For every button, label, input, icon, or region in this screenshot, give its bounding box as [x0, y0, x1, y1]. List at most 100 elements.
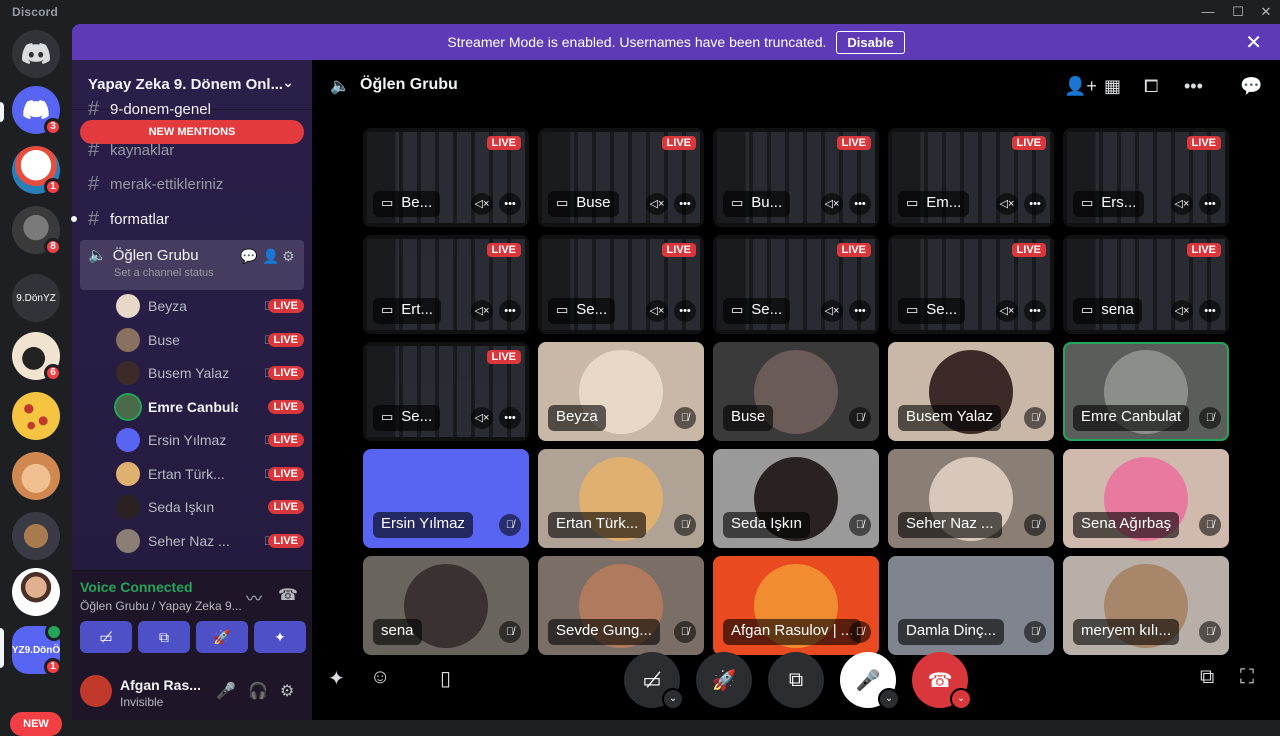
volume-muted-icon[interactable]: ◁× [821, 193, 843, 215]
screen-share-tile[interactable]: LIVE ▭ Se... ◁× ••• [538, 235, 704, 334]
more-options-icon[interactable]: ••• [1199, 193, 1221, 215]
channel-item[interactable]: # formatlar [71, 203, 304, 235]
volume-muted-icon[interactable]: ◁× [471, 193, 493, 215]
volume-muted-icon[interactable]: ◁× [471, 300, 493, 322]
more-options-icon[interactable]: ••• [1184, 76, 1203, 97]
screen-share-tile[interactable]: LIVE ▭ Bu... ◁× ••• [713, 128, 879, 227]
emoji-icon[interactable]: ☺ [370, 666, 390, 689]
participant-tile[interactable]: meryem kılı... 🎙̸ [1063, 556, 1229, 655]
voice-user[interactable]: Ersin Yılmaz 🎙̸ LIVE [116, 425, 304, 455]
voice-connected-label[interactable]: Voice Connected [80, 579, 193, 595]
noise-suppression-icon[interactable]: 〰 [246, 585, 262, 609]
volume-muted-icon[interactable]: ◁× [996, 193, 1018, 215]
volume-muted-icon[interactable]: ◁× [1171, 193, 1193, 215]
screen-share-tile[interactable]: LIVE ▭ Em... ◁× ••• [888, 128, 1054, 227]
chevron-down-icon[interactable]: ⌄ [950, 688, 972, 710]
minimize-icon[interactable]: — [1196, 2, 1220, 22]
server-icon[interactable] [12, 568, 60, 616]
user-name[interactable]: Afgan Ras... [120, 677, 201, 693]
fullscreen-icon[interactable]: ⛶ [1240, 666, 1254, 689]
more-options-icon[interactable]: ••• [849, 193, 871, 215]
popout-icon[interactable]: ⧉ [1200, 666, 1214, 689]
screen-share-tile[interactable]: LIVE ▭ Be... ◁× ••• [363, 128, 529, 227]
chat-icon[interactable]: 💬 [1240, 76, 1262, 97]
participant-tile[interactable]: Ersin Yılmaz 🎙̸ [363, 449, 529, 548]
more-options-icon[interactable]: ••• [1199, 300, 1221, 322]
participant-tile[interactable]: sena 🎙̸ [363, 556, 529, 655]
close-icon[interactable]: ✕ [1245, 30, 1262, 55]
server-icon[interactable]: 6 [12, 332, 62, 382]
activities-button[interactable]: 🚀 [696, 652, 752, 708]
participant-tile[interactable]: Sevde Gung... 🎙̸ [538, 556, 704, 655]
more-options-icon[interactable]: ••• [849, 300, 871, 322]
volume-muted-icon[interactable]: ◁× [1171, 300, 1193, 322]
server-icon[interactable]: YZ9.DönÖ 1 [12, 623, 63, 676]
camera-toggle-button[interactable]: ▭̸ ⌄ [624, 652, 684, 710]
server-icon[interactable]: 3 [12, 86, 62, 136]
screen-share-tile[interactable]: LIVE ▭ Se... ◁× ••• [888, 235, 1054, 334]
camera-off-button[interactable]: ▭̸ [80, 621, 132, 653]
direct-messages-button[interactable] [12, 30, 60, 78]
volume-muted-icon[interactable]: ◁× [646, 193, 668, 215]
more-options-icon[interactable]: ••• [499, 193, 521, 215]
server-icon[interactable] [12, 452, 60, 500]
participant-tile[interactable]: Busem Yalaz 🎙̸ [888, 342, 1054, 441]
screen-share-tile[interactable]: LIVE ▭ sena ◁× ••• [1063, 235, 1229, 334]
disable-button[interactable]: Disable [836, 30, 905, 54]
avatar[interactable] [80, 675, 112, 707]
server-icon[interactable]: 1 [12, 146, 62, 196]
participant-tile[interactable]: Seda Işkın 🎙̸ [713, 449, 879, 548]
more-options-icon[interactable]: ••• [499, 300, 521, 322]
participant-tile[interactable]: Beyza 🎙̸ [538, 342, 704, 441]
add-user-icon[interactable]: 👤 [262, 248, 279, 265]
participant-tile[interactable]: Buse 🎙̸ [713, 342, 879, 441]
participant-tile[interactable]: Sena Ağırbaş 🎙̸ [1063, 449, 1229, 548]
gear-icon[interactable]: ⚙ [280, 681, 294, 701]
channel-item[interactable]: # merak-ettikleriniz [80, 168, 304, 200]
more-options-icon[interactable]: ••• [1024, 193, 1046, 215]
screen-share-tile[interactable]: LIVE ▭ Buse ◁× ••• [538, 128, 704, 227]
chevron-down-icon[interactable]: ⌄ [878, 688, 900, 710]
layout-grid-icon[interactable]: ▦ [1104, 76, 1121, 97]
screen-share-button[interactable]: ⧉ [138, 621, 190, 653]
voice-user[interactable]: Seher Naz ... 🎙̸ LIVE [116, 526, 304, 556]
voice-connected-channel[interactable]: Öğlen Grubu / Yapay Zeka 9... [80, 599, 242, 613]
participant-tile[interactable]: Damla Dinç... 🎙̸ [888, 556, 1054, 655]
volume-muted-icon[interactable]: ◁× [996, 300, 1018, 322]
participant-tile[interactable]: Emre Canbulat 🎙̸ [1063, 342, 1229, 441]
chevron-down-icon[interactable]: ⌄ [662, 688, 684, 710]
activities-button[interactable]: 🚀 [196, 621, 248, 653]
voice-user[interactable]: Ertan Türk... 🎙̸ LIVE [116, 459, 304, 489]
headphones-icon[interactable]: 🎧 [248, 681, 268, 701]
disconnect-button[interactable]: ☎ ⌄ [912, 652, 972, 710]
invite-user-icon[interactable]: 👤+ [1064, 76, 1097, 97]
more-options-icon[interactable]: ••• [499, 407, 521, 429]
chat-icon[interactable]: 💬 [240, 248, 257, 265]
server-icon[interactable] [12, 512, 60, 560]
screen-share-tile[interactable]: LIVE ▭ Ers... ◁× ••• [1063, 128, 1229, 227]
activity-icon[interactable]: ▯ [440, 666, 451, 691]
channel-item[interactable]: #9-donem-genel [80, 98, 304, 120]
disconnect-icon[interactable]: ☎ [278, 585, 298, 605]
gear-icon[interactable]: ⚙ [282, 248, 295, 265]
voice-channel-item[interactable]: 🔈 Öğlen Grubu Set a channel status 💬 👤 ⚙ [80, 240, 304, 290]
voice-user[interactable]: Emre Canbulat LIVE [116, 392, 304, 422]
popout-icon[interactable]: ⧠ [1144, 76, 1158, 97]
voice-user[interactable]: Seda Işkın LIVE [116, 492, 304, 522]
new-unreads-button[interactable]: NEW [10, 712, 62, 736]
screen-share-tile[interactable]: LIVE ▭ Se... ◁× ••• [363, 342, 529, 441]
more-options-icon[interactable]: ••• [674, 300, 696, 322]
participant-tile[interactable]: Ertan Türk... 🎙̸ [538, 449, 704, 548]
volume-muted-icon[interactable]: ◁× [646, 300, 668, 322]
server-icon[interactable] [12, 392, 60, 440]
close-window-icon[interactable]: ✕ [1254, 2, 1278, 22]
voice-user[interactable]: Buse 🎙̸ LIVE [116, 325, 304, 355]
voice-user[interactable]: Beyza 🎙̸ LIVE [116, 291, 304, 321]
maximize-icon[interactable]: ☐ [1226, 2, 1250, 22]
soundboard-button[interactable]: ✦ [254, 621, 306, 653]
server-icon[interactable]: 9.DönYZ [12, 274, 60, 322]
screen-share-tile[interactable]: LIVE ▭ Ert... ◁× ••• [363, 235, 529, 334]
volume-muted-icon[interactable]: ◁× [471, 407, 493, 429]
channel-status[interactable]: Set a channel status [114, 267, 296, 279]
microphone-icon[interactable]: 🎤 [216, 681, 236, 701]
